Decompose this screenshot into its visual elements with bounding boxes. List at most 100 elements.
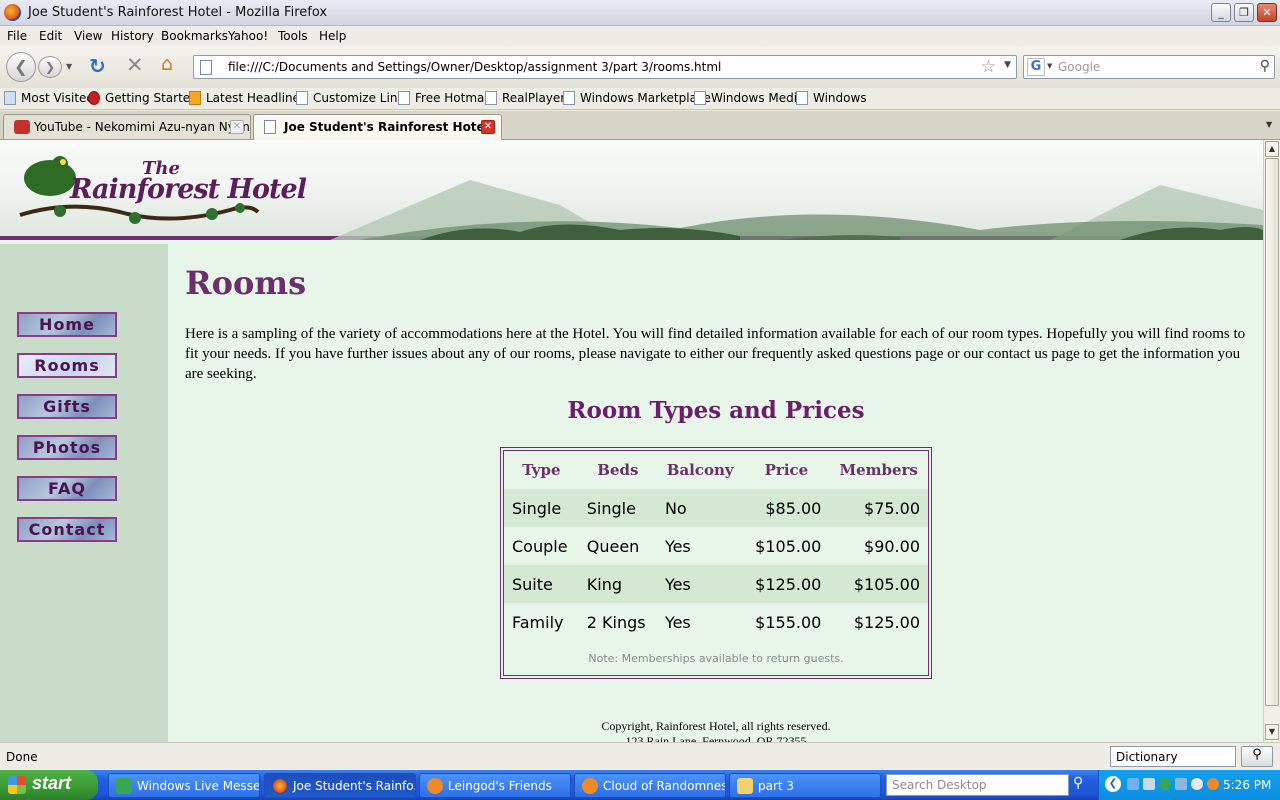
cell-members: $75.00	[829, 489, 928, 527]
cell-balcony: Yes	[664, 536, 691, 556]
bookmark-star-icon[interactable]: ☆	[981, 57, 996, 77]
page-viewport: The Rainforest Hotel Home Rooms Gifts Ph…	[0, 140, 1263, 742]
cell-balcony: No	[656, 489, 744, 527]
most-visited-icon	[4, 91, 16, 105]
close-tab-icon[interactable]: ✕	[481, 120, 495, 134]
logo-name: Rainforest Hotel	[70, 174, 307, 205]
bookmark-realplayer[interactable]: RealPlayer	[485, 91, 565, 105]
chat-tray-icon[interactable]	[1207, 778, 1219, 790]
vertical-scrollbar[interactable]: ▲ ▼	[1263, 140, 1280, 742]
bookmark-getting-started[interactable]: Getting Started	[88, 91, 198, 105]
bookmark-windows[interactable]: Windows	[796, 91, 867, 105]
menu-yahoo[interactable]: Yahoo!	[228, 29, 268, 43]
home-icon[interactable]: ⌂	[161, 53, 173, 75]
minimize-button[interactable]: _	[1211, 3, 1231, 22]
navigation-toolbar: ❮ ❯ ▼ ↻ ✕ ⌂ file:///C:/Documents and Set…	[0, 46, 1280, 88]
bookmark-windows-marketplace[interactable]: Windows Marketplace	[563, 91, 711, 105]
bookmark-label: Customize Links	[313, 91, 411, 105]
scrollbar-thumb[interactable]	[1265, 158, 1279, 706]
site-footer: Copyright, Rainforest Hotel, all rights …	[185, 719, 1247, 742]
menu-view[interactable]: View	[74, 29, 102, 43]
bookmark-latest-headlines[interactable]: Latest Headlines	[189, 91, 306, 105]
tab-list-icon[interactable]: ▼	[1266, 120, 1272, 129]
nav-rooms-button[interactable]: Rooms	[17, 353, 117, 378]
cell-beds: Single	[578, 489, 657, 527]
history-dropdown-icon[interactable]: ▼	[66, 62, 72, 71]
bookmark-windows-media[interactable]: Windows Media	[694, 91, 804, 105]
scroll-up-icon[interactable]: ▲	[1265, 141, 1279, 157]
firefox-icon	[4, 4, 21, 21]
page-icon	[264, 120, 276, 134]
windows-flag-icon	[8, 776, 26, 794]
site-sidebar: Home Rooms Gifts Photos FAQ Contact	[0, 244, 168, 742]
bookmark-label: Most Visited	[21, 91, 95, 105]
menu-file[interactable]: File	[7, 29, 27, 43]
search-box[interactable]: G ▼ Google ⚲	[1023, 55, 1275, 79]
desktop-search-input[interactable]: Search Desktop	[886, 774, 1069, 796]
engine-dropdown-icon[interactable]: ▼	[1047, 62, 1052, 70]
menu-history[interactable]: History	[111, 29, 154, 43]
task-leingods-friends[interactable]: Leingod's Friends	[419, 773, 571, 798]
bookmark-most-visited[interactable]: Most Visited	[4, 91, 94, 105]
search-icon[interactable]: ⚲	[1260, 58, 1270, 74]
bookmark-label: Windows	[813, 91, 867, 105]
start-button[interactable]: start	[0, 770, 98, 800]
close-button[interactable]: ✕	[1257, 3, 1277, 22]
stop-icon[interactable]: ✕	[126, 53, 144, 77]
maximize-button[interactable]: ❐	[1234, 3, 1254, 22]
scroll-down-icon[interactable]: ▼	[1265, 724, 1279, 740]
menu-tools[interactable]: Tools	[278, 29, 308, 43]
nav-contact-button[interactable]: Contact	[17, 517, 117, 542]
url-dropdown-icon[interactable]: ▼	[1004, 60, 1011, 70]
page-icon	[296, 91, 308, 105]
nav-gifts-button[interactable]: Gifts	[17, 394, 117, 419]
forward-icon[interactable]: ❯	[38, 56, 62, 78]
tray-app-icon[interactable]	[1127, 778, 1139, 790]
cell-members: $125.00	[853, 612, 920, 632]
bookmark-label: Latest Headlines	[206, 91, 307, 105]
tab-rainforest-hotel[interactable]: Joe Student's Rainforest Hotel ✕	[253, 114, 502, 141]
desktop-search-icon[interactable]: ⚲	[1073, 775, 1083, 791]
reload-icon[interactable]: ↻	[89, 54, 106, 78]
bookmarks-toolbar: Most Visited Getting Started Latest Head…	[0, 88, 1280, 110]
nav-photos-button[interactable]: Photos	[17, 435, 117, 460]
bookmark-label: Windows Media	[711, 91, 805, 105]
bookmark-free-hotmail[interactable]: Free Hotmail	[398, 91, 491, 105]
menu-help[interactable]: Help	[319, 29, 346, 43]
volume-icon[interactable]	[1143, 778, 1155, 790]
url-text[interactable]: file:///C:/Documents and Settings/Owner/…	[228, 60, 721, 74]
task-label: Cloud of Randomnes...	[603, 779, 726, 793]
dictionary-search-icon[interactable]: ⚲	[1241, 746, 1273, 767]
page-title: Rooms	[185, 264, 307, 302]
task-cloud-of-randomness[interactable]: Cloud of Randomnes...	[574, 773, 726, 798]
address-bar[interactable]: file:///C:/Documents and Settings/Owner/…	[193, 55, 1017, 79]
back-icon[interactable]: ❮	[6, 52, 36, 82]
table-caption: Room Types and Prices	[567, 397, 865, 424]
menu-edit[interactable]: Edit	[39, 29, 62, 43]
nav-faq-button[interactable]: FAQ	[17, 476, 117, 501]
search-engine-icon[interactable]: G	[1027, 58, 1045, 76]
menu-bookmarks[interactable]: Bookmarks	[161, 29, 228, 43]
task-windows-live-messenger[interactable]: Windows Live Messe...	[108, 773, 260, 798]
messenger-tray-icon[interactable]	[1159, 778, 1171, 790]
bookmark-label: RealPlayer	[502, 91, 566, 105]
cell-members: $90.00	[864, 536, 920, 556]
task-firefox[interactable]: Joe Student's Rainfo...	[264, 773, 416, 798]
task-folder-part-3[interactable]: part 3	[729, 773, 881, 798]
table-note: Note: Memberships available to return gu…	[588, 651, 844, 665]
tray-expand-icon[interactable]: ❮	[1105, 776, 1121, 792]
update-icon[interactable]	[1191, 778, 1203, 790]
nav-home-button[interactable]: Home	[17, 312, 117, 337]
close-tab-icon[interactable]: ✕	[230, 120, 244, 134]
task-label: Leingod's Friends	[448, 779, 552, 793]
window-title-bar[interactable]: Joe Student's Rainforest Hotel - Mozilla…	[0, 0, 1280, 26]
network-icon[interactable]	[1175, 778, 1187, 790]
intro-paragraph: Here is a sampling of the variety of acc…	[185, 326, 1246, 382]
table-row: Suite King Yes $125.00 $105.00	[504, 565, 928, 603]
cell-members: $105.00	[829, 565, 928, 603]
bookmark-customize-links[interactable]: Customize Links	[296, 91, 411, 105]
dictionary-field[interactable]: Dictionary	[1110, 746, 1236, 767]
tab-youtube[interactable]: YouTube - Nekomimi Azu-nyan Nyan Ny... ✕	[3, 114, 251, 139]
cell-type: Suite	[504, 565, 579, 603]
search-placeholder[interactable]: Google	[1058, 60, 1100, 74]
